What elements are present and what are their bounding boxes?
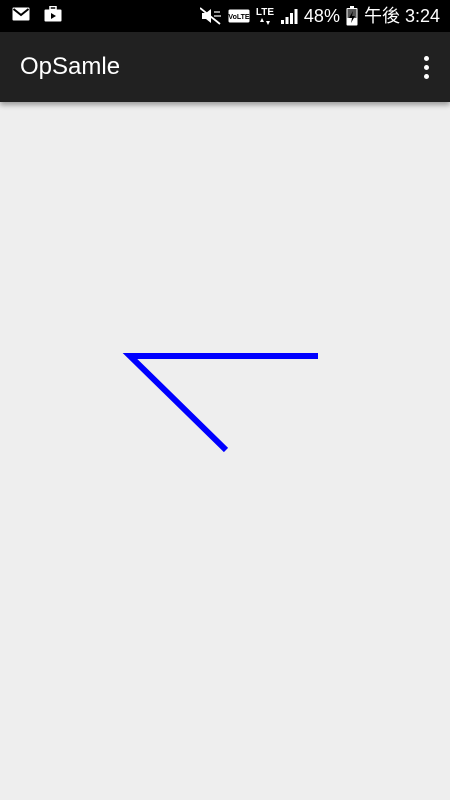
mute-icon: [199, 7, 222, 25]
mail-icon: [12, 7, 30, 21]
more-vert-icon-dot: [423, 64, 429, 70]
briefcase-icon: [44, 5, 62, 22]
more-vert-icon-dot: [423, 73, 429, 79]
volte-label: VoLTE: [228, 14, 249, 21]
drawing-surface: [122, 353, 318, 453]
battery-charging-icon: [346, 6, 358, 26]
notification-icons: [12, 5, 62, 22]
screen: VoLTE LTE 48% 午後 3:24 OpSamle: [0, 0, 450, 800]
drawing-canvas[interactable]: [0, 102, 450, 800]
lte-icon: LTE: [256, 5, 274, 27]
app-bar: OpSamle: [0, 32, 450, 102]
overflow-menu-button[interactable]: [416, 50, 436, 84]
battery-percent: 48%: [303, 6, 340, 26]
status-bar: VoLTE LTE 48% 午後 3:24: [0, 0, 450, 32]
app-title: OpSamle: [20, 53, 121, 80]
clock: 午後 3:24: [363, 6, 440, 26]
lte-label: LTE: [256, 7, 274, 18]
signal-icon: [280, 7, 298, 25]
volte-icon: VoLTE: [228, 9, 250, 23]
system-icons: VoLTE LTE 48% 午後 3:24: [199, 0, 440, 32]
drawn-path: [122, 353, 318, 453]
more-vert-icon: [423, 55, 429, 61]
